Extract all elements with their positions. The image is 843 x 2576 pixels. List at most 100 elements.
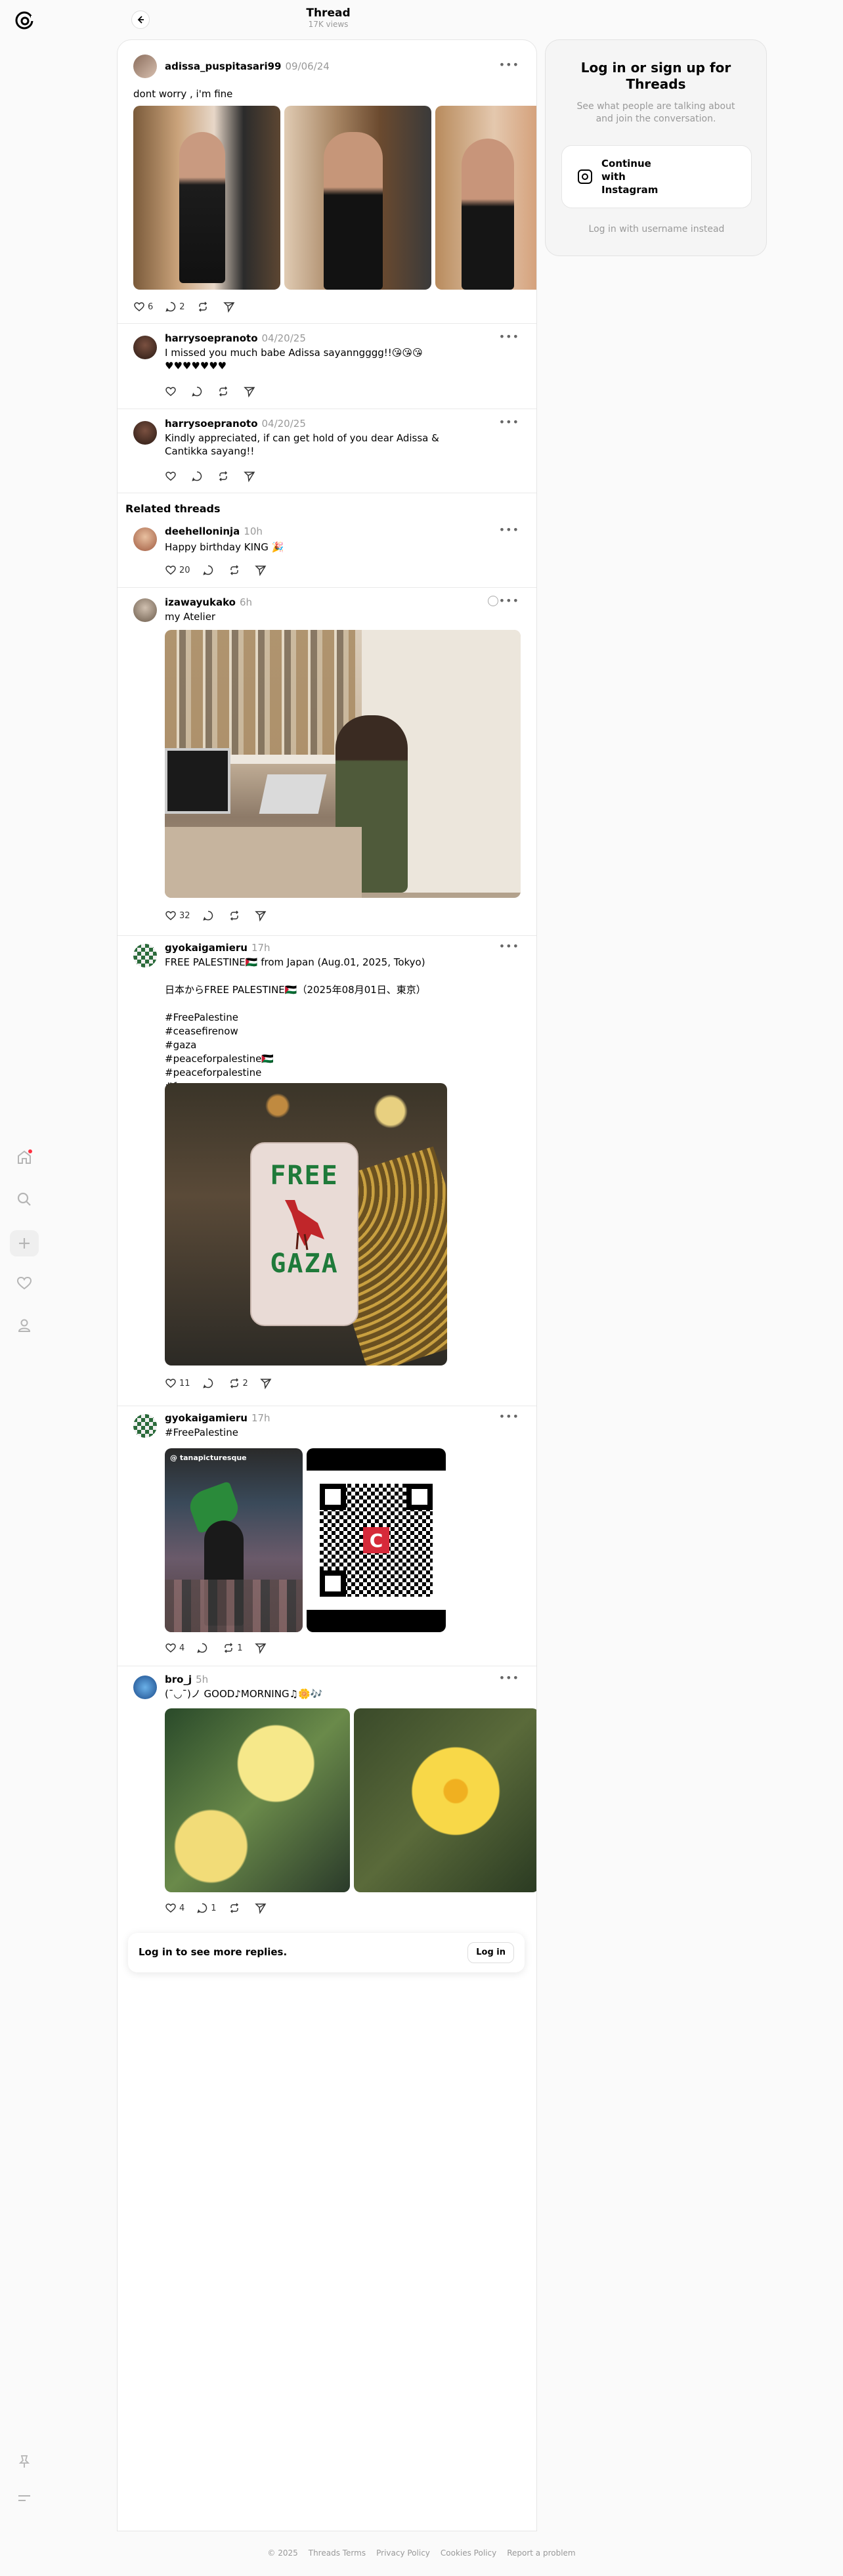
reply-button[interactable] [191,386,205,397]
share-button[interactable] [254,1902,269,1914]
comment-icon [202,565,213,575]
share-button[interactable] [254,910,269,922]
username-login-link[interactable]: Log in with username instead [546,224,767,234]
back-button[interactable] [131,11,150,29]
pin-icon[interactable] [14,2451,35,2472]
more-options-icon[interactable]: ••• [499,1672,519,1684]
post-image[interactable] [435,106,536,290]
like-button[interactable]: 32 [165,910,190,922]
repost-button[interactable] [217,470,232,482]
username[interactable]: bro_j [165,1674,192,1685]
footer-cookies-link[interactable]: Cookies Policy [441,2548,496,2558]
timestamp[interactable]: 17h [251,1412,270,1424]
share-button[interactable] [254,1642,269,1654]
share-button[interactable] [223,301,238,313]
home-icon[interactable] [14,1147,35,1168]
avatar[interactable] [133,1414,157,1438]
create-icon[interactable] [10,1230,39,1256]
post-text: dont worry , i'm fine [133,88,233,100]
share-icon [244,472,255,482]
heart-icon [134,302,144,311]
repost-button[interactable]: 1 [223,1642,243,1654]
reply-button[interactable] [202,910,217,922]
share-button[interactable] [254,564,269,576]
avatar[interactable] [133,1676,157,1699]
like-button[interactable]: 20 [165,564,190,576]
avatar[interactable] [133,55,157,78]
avatar[interactable] [133,421,157,445]
username[interactable]: gyokaigamieru [165,942,248,954]
continue-with-instagram-button[interactable]: Continue with Instagram [561,145,752,208]
heart-icon[interactable] [14,1273,35,1294]
timestamp[interactable]: 17h [251,942,270,954]
avatar[interactable] [133,598,157,622]
avatar[interactable] [133,336,157,359]
repost-button[interactable] [228,564,243,576]
like-button[interactable]: 4 [165,1902,184,1914]
username[interactable]: deehelloninja [165,525,240,537]
reply-button[interactable]: 2 [165,301,185,313]
share-icon [254,1903,266,1914]
reply-button[interactable] [202,564,217,576]
more-options-icon[interactable]: ••• [499,330,519,343]
reply-button[interactable] [196,1642,211,1654]
username[interactable]: adissa_puspitasari99 [165,60,281,72]
more-options-icon[interactable]: ••• [499,58,519,71]
qr-code-image[interactable]: C [307,1448,446,1632]
username[interactable]: gyokaigamieru [165,1412,248,1424]
menu-icon[interactable] [14,2488,35,2509]
post-image[interactable] [165,630,521,898]
timestamp[interactable]: 6h [240,596,252,608]
footer-report-link[interactable]: Report a problem [507,2548,575,2558]
repost-button[interactable] [217,386,232,397]
like-button[interactable]: 6 [133,301,153,313]
repost-button[interactable] [228,1902,243,1914]
continue-with-instagram-label: Continue with Instagram [601,158,659,196]
reply-button[interactable]: 1 [196,1902,217,1914]
timestamp[interactable]: 04/20/25 [262,418,306,430]
heart-icon [165,911,176,920]
threads-logo-icon[interactable] [13,9,35,32]
avatar[interactable] [133,944,157,967]
timestamp[interactable]: 04/20/25 [262,332,306,344]
more-options-icon[interactable]: ••• [499,940,519,952]
username[interactable]: harrysoepranoto [165,332,258,344]
reply-button[interactable] [202,1377,217,1389]
username[interactable]: harrysoepranoto [165,418,258,430]
repost-icon [225,1643,233,1653]
post-image[interactable] [354,1708,536,1892]
post-image[interactable] [165,1708,350,1892]
like-button[interactable]: 11 [165,1377,190,1389]
reply-count: 1 [211,1903,217,1913]
timestamp[interactable]: 09/06/24 [285,60,329,72]
search-icon[interactable] [14,1189,35,1210]
share-button[interactable] [260,1377,274,1389]
repost-button[interactable] [197,301,211,313]
more-options-icon[interactable]: ••• [499,416,519,428]
like-count: 6 [148,301,154,312]
share-button[interactable] [244,386,258,397]
footer-privacy-link[interactable]: Privacy Policy [376,2548,430,2558]
post-image[interactable] [133,106,280,290]
avatar[interactable] [133,527,157,551]
footer-terms-link[interactable]: Threads Terms [309,2548,366,2558]
post-image[interactable]: FREE GAZA [165,1083,447,1366]
reply-button[interactable] [191,470,205,482]
post-image[interactable] [284,106,431,290]
like-button[interactable]: 4 [165,1642,184,1654]
profile-icon[interactable] [14,1315,35,1336]
more-options-icon[interactable]: ••• [499,1410,519,1423]
repost-button[interactable]: 2 [228,1377,248,1389]
like-button[interactable] [165,470,179,482]
share-button[interactable] [244,470,258,482]
timestamp[interactable]: 5h [196,1674,208,1685]
more-options-icon[interactable]: ••• [499,523,519,536]
login-button[interactable]: Log in [467,1942,514,1963]
like-button[interactable] [165,386,179,397]
repost-button[interactable] [228,910,243,922]
post-image[interactable]: @ tanapicturesque [165,1448,303,1632]
instagram-icon [578,169,592,184]
timestamp[interactable]: 10h [244,525,263,537]
username[interactable]: izawayukako [165,596,236,608]
more-options-icon[interactable]: ••• [499,594,519,607]
